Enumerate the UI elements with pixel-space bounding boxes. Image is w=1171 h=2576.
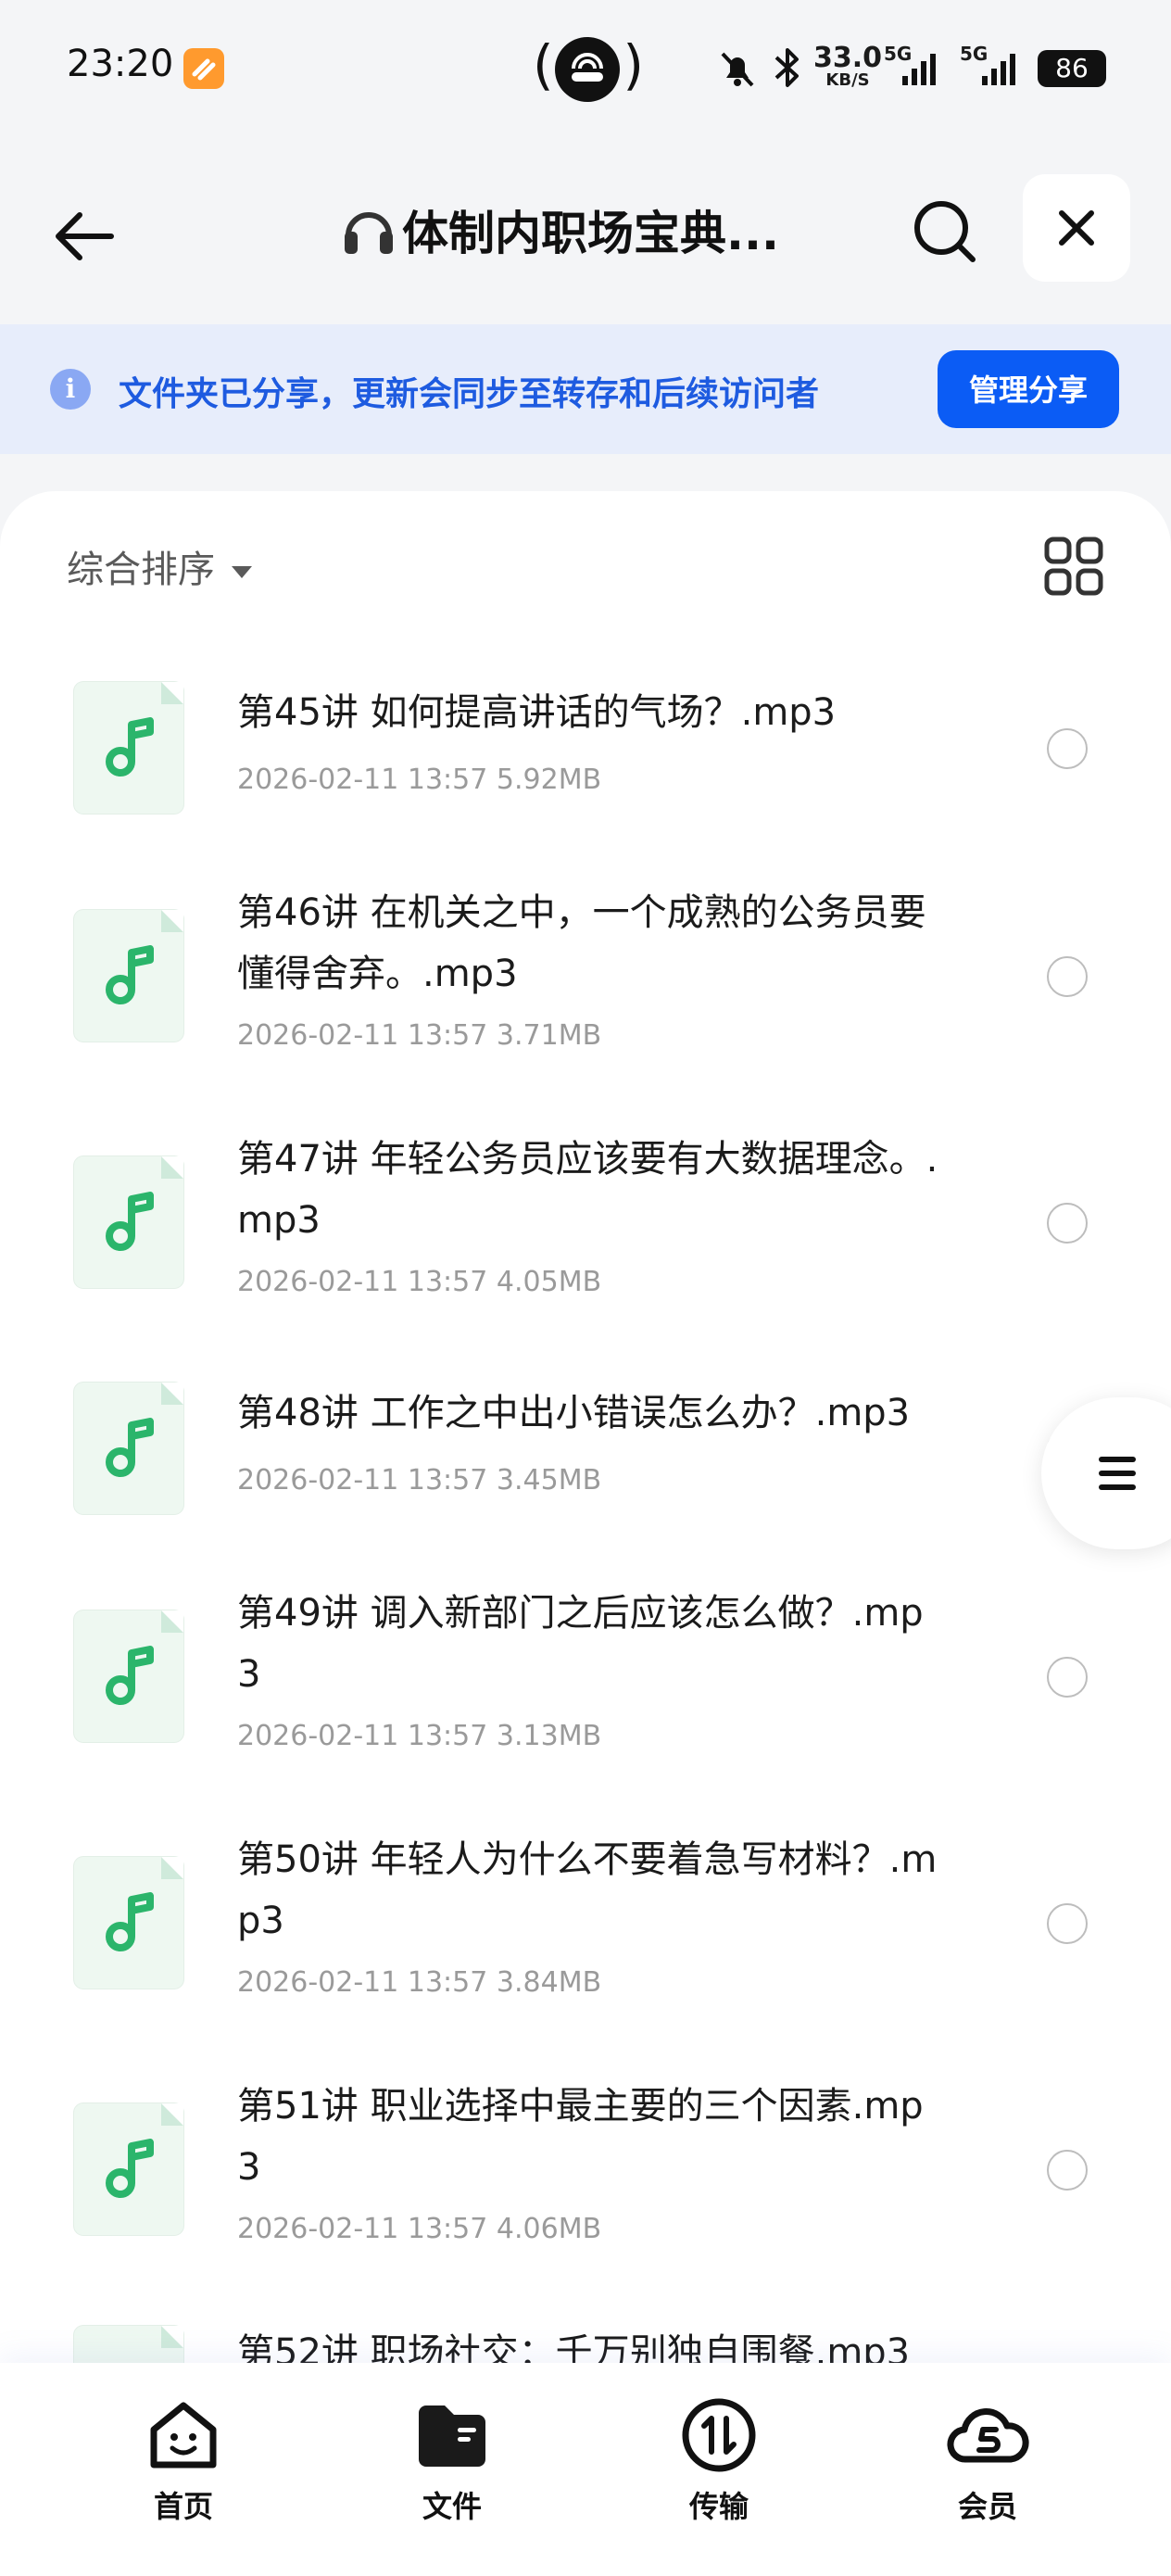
network-speed: 33.0 KB/S bbox=[813, 42, 883, 90]
file-meta: 2026-02-11 13:57 5.92MB bbox=[237, 764, 602, 796]
nav-home[interactable]: 首页 bbox=[100, 2396, 267, 2544]
file-name: 第50讲 年轻人为什么不要着急写材料？.mp3 bbox=[237, 1838, 938, 1942]
select-radio[interactable] bbox=[1047, 1657, 1088, 1698]
select-radio[interactable] bbox=[1047, 1903, 1088, 1944]
nav-vip[interactable]: 会员 bbox=[904, 2396, 1071, 2544]
file-meta: 2026-02-11 13:57 4.06MB bbox=[237, 2213, 602, 2245]
grid-view-icon bbox=[1044, 537, 1103, 596]
mute-bell-icon bbox=[721, 52, 754, 87]
audio-file-icon bbox=[74, 2326, 183, 2363]
file-list-panel: 综合排序 第45讲 如何提高讲话的气场？.mp3 2026-02-11 13:5… bbox=[0, 491, 1171, 2363]
audio-file-icon bbox=[74, 1156, 183, 1288]
file-name: 第48讲 工作之中出小错误怎么办？.mp3 bbox=[237, 1392, 911, 1434]
file-row[interactable]: 第49讲 调入新部门之后应该怎么做？.mp3 2026-02-11 13:57 … bbox=[0, 1592, 1171, 1796]
audio-file-icon bbox=[74, 910, 183, 1042]
share-status-text: 文件夹已分享，更新会同步至转存和后续访问者 bbox=[119, 375, 820, 413]
file-name: 第47讲 年轻公务员应该要有大数据理念。.mp3 bbox=[237, 1138, 938, 1242]
file-row[interactable]: 第50讲 年轻人为什么不要着急写材料？.mp3 2026-02-11 13:57… bbox=[0, 1838, 1171, 2042]
audio-file-icon bbox=[74, 682, 183, 814]
file-row[interactable]: 第51讲 职业选择中最主要的三个因素.mp3 2026-02-11 13:57 … bbox=[0, 2085, 1171, 2289]
file-name: 第46讲 在机关之中，一个成熟的公务员要懂得舍弃。.mp3 bbox=[237, 891, 926, 995]
info-icon: i bbox=[50, 369, 91, 410]
signal-1-icon bbox=[902, 54, 936, 85]
file-name: 第45讲 如何提高讲话的气场？.mp3 bbox=[237, 691, 837, 734]
audio-file-icon bbox=[74, 2103, 183, 2235]
menu-icon bbox=[1099, 1457, 1136, 1490]
select-radio[interactable] bbox=[1047, 2150, 1088, 2191]
file-meta: 2026-02-11 13:57 4.05MB bbox=[237, 1266, 602, 1298]
folder-icon bbox=[419, 2406, 485, 2467]
audio-file-icon bbox=[74, 1610, 183, 1742]
file-row[interactable]: 第52讲 职场社交：千万别独自围餐.mp3 bbox=[0, 2326, 1171, 2363]
caret-down-icon bbox=[232, 565, 252, 578]
nav-home-label: 首页 bbox=[153, 2489, 213, 2524]
nav-transfer-label: 传输 bbox=[688, 2489, 749, 2524]
hotspot-indicator: ( ) bbox=[533, 33, 644, 102]
home-face-icon bbox=[150, 2402, 217, 2469]
audio-file-icon bbox=[74, 1383, 183, 1514]
hotspot-icon bbox=[555, 37, 620, 102]
nav-vip-label: 会员 bbox=[957, 2489, 1017, 2524]
app-notification-icon bbox=[183, 48, 224, 89]
back-button[interactable] bbox=[46, 195, 130, 278]
file-meta: 2026-02-11 13:57 3.45MB bbox=[237, 1464, 602, 1496]
status-bar: 23:20 ( ) 33.0 KB/S 5G 5G 86 bbox=[0, 0, 1171, 139]
arrow-left-icon bbox=[56, 212, 114, 260]
signal-2-icon bbox=[982, 54, 1015, 85]
transfer-icon bbox=[682, 2398, 756, 2472]
file-row[interactable]: 第46讲 在机关之中，一个成熟的公务员要懂得舍弃。.mp3 2026-02-11… bbox=[0, 891, 1171, 1095]
select-radio[interactable] bbox=[1047, 728, 1088, 769]
grid-view-button[interactable] bbox=[1043, 536, 1104, 597]
search-button[interactable] bbox=[908, 195, 982, 269]
header: 体制内职场宝典... bbox=[0, 139, 1171, 324]
nav-files[interactable]: 文件 bbox=[369, 2396, 535, 2544]
sort-dropdown[interactable]: 综合排序 bbox=[67, 539, 252, 593]
share-banner: i 文件夹已分享，更新会同步至转存和后续访问者 管理分享 bbox=[0, 324, 1171, 454]
audio-file-icon bbox=[74, 1857, 183, 1989]
file-meta: 2026-02-11 13:57 3.84MB bbox=[237, 1966, 602, 1999]
file-row[interactable]: 第45讲 如何提高讲话的气场？.mp3 2026-02-11 13:57 5.9… bbox=[0, 682, 1171, 867]
file-name: 第49讲 调入新部门之后应该怎么做？.mp3 bbox=[237, 1592, 924, 1696]
file-row[interactable]: 第47讲 年轻公务员应该要有大数据理念。.mp3 2026-02-11 13:5… bbox=[0, 1138, 1171, 1342]
select-radio[interactable] bbox=[1047, 1203, 1088, 1244]
bluetooth-icon bbox=[774, 48, 799, 87]
vip-cloud-icon bbox=[947, 2408, 1029, 2463]
select-radio[interactable] bbox=[1047, 956, 1088, 997]
search-icon bbox=[914, 201, 976, 262]
file-meta: 2026-02-11 13:57 3.71MB bbox=[237, 1019, 602, 1052]
close-button[interactable] bbox=[1023, 174, 1130, 282]
status-time: 23:20 bbox=[67, 43, 174, 85]
battery-indicator: 86 bbox=[1038, 50, 1106, 87]
file-meta: 2026-02-11 13:57 3.13MB bbox=[237, 1720, 602, 1752]
file-name: 第52讲 职场社交：千万别独自围餐.mp3 bbox=[237, 2331, 911, 2363]
file-name: 第51讲 职业选择中最主要的三个因素.mp3 bbox=[237, 2085, 924, 2189]
nav-files-label: 文件 bbox=[422, 2489, 482, 2524]
page-title: 体制内职场宝典... bbox=[402, 207, 779, 260]
sort-label: 综合排序 bbox=[67, 549, 215, 591]
manage-share-button[interactable]: 管理分享 bbox=[938, 350, 1119, 428]
nav-transfer[interactable]: 传输 bbox=[636, 2396, 802, 2544]
close-icon bbox=[1059, 210, 1094, 246]
bottom-nav: 首页 文件 传输 会员 bbox=[0, 2363, 1171, 2576]
file-row[interactable]: 第48讲 工作之中出小错误怎么办？.mp3 2026-02-11 13:57 3… bbox=[0, 1383, 1171, 1568]
